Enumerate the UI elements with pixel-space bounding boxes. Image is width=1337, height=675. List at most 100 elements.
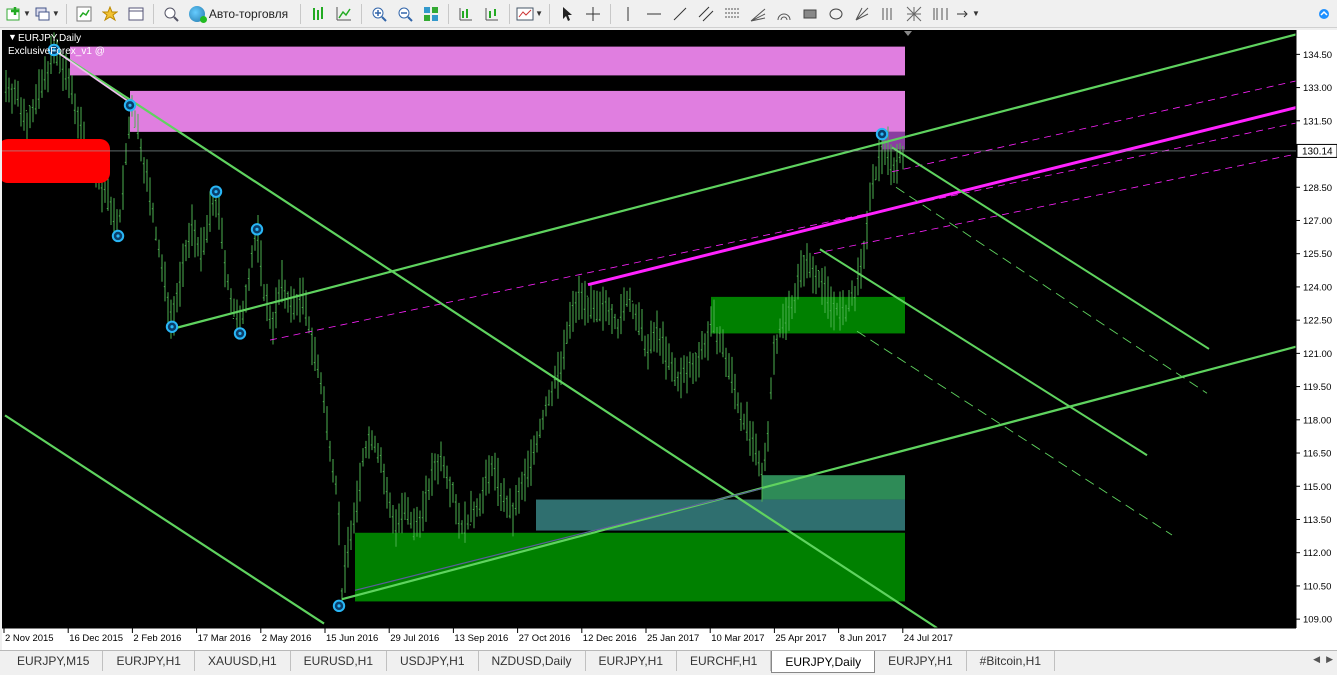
- fibo-arcs-tool[interactable]: [772, 3, 796, 25]
- pivot-marker-dot: [214, 190, 218, 194]
- bar-chart-button[interactable]: [306, 3, 330, 25]
- toolbar-separator: [152, 3, 154, 24]
- tile-windows-button[interactable]: [419, 3, 443, 25]
- current-price-label: 130.14: [1302, 146, 1333, 157]
- terminal-window: ▼ ▼ Авто-торговля ▼ ▼ 134.50 133.00 131.…: [0, 0, 1337, 675]
- price-tick-label: 125.50: [1303, 249, 1332, 260]
- alert-box: [2, 139, 110, 183]
- price-tick-label: 127.00: [1303, 216, 1332, 227]
- zoom-in-button[interactable]: [367, 3, 391, 25]
- price-tick-label: 121.00: [1303, 349, 1332, 360]
- scroll-right-icon[interactable]: ▶: [1326, 654, 1333, 665]
- auto-scroll-button[interactable]: [480, 3, 504, 25]
- horizontal-line-icon: [647, 13, 662, 14]
- indicators-button[interactable]: ▼: [515, 3, 544, 25]
- scroll-left-icon[interactable]: ◀: [1313, 654, 1320, 665]
- date-tick-label: 25 Jan 2017: [647, 633, 699, 644]
- toolbar-separator: [509, 3, 511, 24]
- pivot-marker-dot: [337, 604, 341, 608]
- fibo-retracement-tool[interactable]: [720, 3, 744, 25]
- price-tick-label: 119.50: [1303, 382, 1331, 393]
- chart-tab[interactable]: XAUUSD,H1: [195, 651, 291, 671]
- market-watch-icon: [76, 6, 92, 21]
- auto-trading-button[interactable]: Авто-торговля: [185, 3, 295, 25]
- trendline-tool[interactable]: [668, 3, 692, 25]
- line-chart-button[interactable]: [332, 3, 356, 25]
- price-tick-label: 110.50: [1303, 581, 1331, 592]
- pivot-marker-dot: [880, 132, 884, 136]
- fibo-retracement-icon: [725, 8, 740, 17]
- trendline-icon: [673, 7, 687, 20]
- arrows-menu-button[interactable]: ▼: [954, 3, 981, 25]
- ellipse-tool[interactable]: [824, 3, 848, 25]
- grid-pattern-tool[interactable]: [902, 3, 926, 25]
- cursor-tool[interactable]: [555, 3, 579, 25]
- fibo-arcs-icon: [777, 13, 791, 20]
- date-tick-label: 13 Sep 2016: [454, 633, 508, 644]
- crosshair-icon: [586, 6, 601, 21]
- chart-tab[interactable]: #Bitcoin,H1: [967, 651, 1056, 671]
- price-tick-label: 128.50: [1303, 183, 1332, 194]
- market-watch-button[interactable]: [72, 3, 96, 25]
- indicators-icon: [516, 7, 534, 20]
- price-tick-label: 131.50: [1303, 116, 1332, 127]
- chart-tab[interactable]: EURJPY,H1: [875, 651, 967, 671]
- auto-scroll-icon: [485, 7, 499, 20]
- price-zone: [70, 46, 905, 76]
- fibo-timezones-icon: [933, 7, 948, 20]
- auto-trading-icon: [188, 5, 207, 23]
- chart-tab[interactable]: EURCHF,H1: [677, 651, 772, 671]
- chart-shift-button[interactable]: [454, 3, 478, 25]
- toolbar-separator: [549, 3, 551, 24]
- price-tick-label: 113.50: [1303, 515, 1331, 526]
- zoom-in-icon: [372, 7, 387, 22]
- chart-tab[interactable]: EURJPY,H1: [103, 651, 195, 671]
- cycle-lines-tool[interactable]: [876, 3, 900, 25]
- price-chart[interactable]: 134.50 133.00 131.50 128.50 127.00 125.50 124.…: [2, 30, 1337, 650]
- pivot-marker-dot: [116, 234, 120, 238]
- terminal-button[interactable]: [124, 3, 148, 25]
- chart-tab[interactable]: USDJPY,H1: [387, 651, 479, 671]
- date-tick-label: 2 May 2016: [262, 633, 312, 644]
- chart-tab[interactable]: EURJPY,H1: [586, 651, 677, 671]
- indicator-name: ExclusiveForex_v1 @: [8, 46, 105, 57]
- date-tick-label: 16 Dec 2015: [69, 633, 123, 644]
- chart-tab[interactable]: EURJPY,Daily: [771, 651, 876, 673]
- ellipse-icon: [829, 8, 843, 19]
- collapse-toolbar-button[interactable]: [1312, 3, 1336, 25]
- price-tick-label: 124.00: [1303, 282, 1332, 293]
- arrows-icon: [957, 10, 968, 17]
- cycle-lines-icon: [882, 7, 892, 20]
- navigator-button[interactable]: [98, 3, 122, 25]
- crosshair-tool[interactable]: [581, 3, 605, 25]
- price-tick-label: 116.50: [1303, 449, 1331, 460]
- chart-tab[interactable]: EURJPY,M15: [4, 651, 104, 671]
- fibo-timezones-tool[interactable]: [928, 3, 952, 25]
- price-zone: [536, 499, 905, 531]
- tab-scroll-controls: ◀ ▶: [1313, 654, 1333, 665]
- new-chart-button[interactable]: ▼: [5, 3, 32, 25]
- profiles-button[interactable]: ▼: [34, 3, 61, 25]
- horizontal-line-tool[interactable]: [642, 3, 666, 25]
- date-tick-label: 15 Jun 2016: [326, 633, 378, 644]
- cursor-icon: [563, 6, 573, 21]
- zoom-out-icon: [398, 7, 413, 22]
- vertical-line-tool[interactable]: [616, 3, 640, 25]
- zoom-out-button[interactable]: [393, 3, 417, 25]
- price-zone: [762, 475, 905, 500]
- fibo-fan-tool[interactable]: [746, 3, 770, 25]
- bar-chart-icon: [313, 6, 324, 20]
- date-tick-label: 2 Nov 2015: [5, 633, 54, 644]
- rectangle-icon: [803, 9, 817, 18]
- rectangle-tool[interactable]: [798, 3, 822, 25]
- price-tick-label: 109.00: [1303, 615, 1332, 626]
- date-tick-label: 8 Jun 2017: [840, 633, 887, 644]
- chart-tab[interactable]: EURUSD,H1: [291, 651, 388, 671]
- equidistant-channel-tool[interactable]: [694, 3, 718, 25]
- gann-tool[interactable]: [850, 3, 874, 25]
- price-tick-label: 134.50: [1303, 50, 1332, 61]
- chart-tab[interactable]: NZDUSD,Daily: [479, 651, 586, 671]
- vertical-line-icon: [627, 6, 629, 21]
- strategy-tester-button[interactable]: [159, 3, 183, 25]
- price-tick-label: 122.50: [1303, 316, 1332, 327]
